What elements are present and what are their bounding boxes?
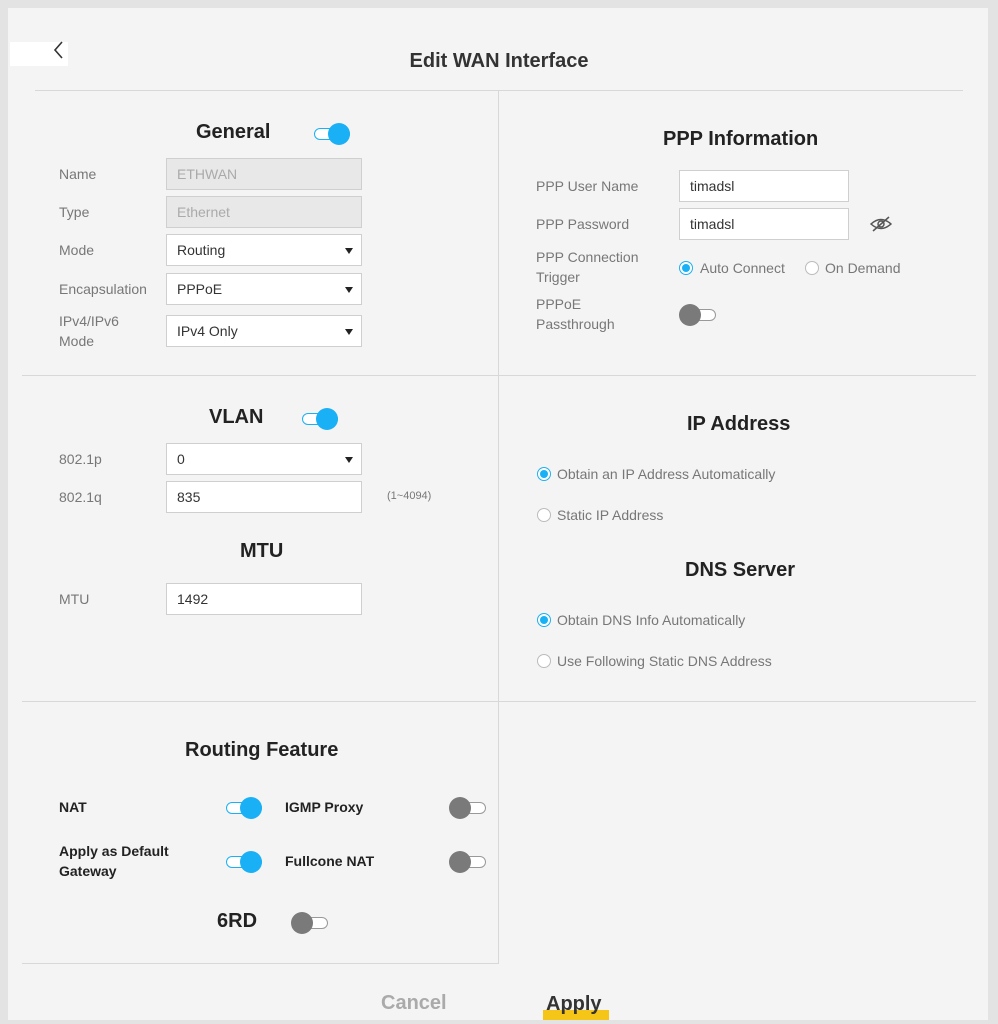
vlan-title: VLAN [209,406,264,428]
sixrd-label: 6RD [217,910,258,932]
ppp-trigger-label-2: Trigger [536,269,580,285]
encapsulation-select[interactable]: PPPoE [166,273,362,305]
routing-title: Routing Feature [185,739,339,761]
encapsulation-value: PPPoE [177,281,223,297]
dns-auto-radio[interactable] [537,613,551,627]
ppp-password-label: PPP Password [536,216,630,232]
q8021q-value: 835 [177,489,201,505]
sixrd-toggle[interactable] [291,912,328,934]
ip-mode-label-2: Mode [59,333,95,349]
name-value: ETHWAN [177,166,238,182]
caret-down-icon [345,248,353,254]
mtu-title: MTU [240,540,284,562]
mode-select[interactable]: Routing [166,234,362,266]
on-demand-radio[interactable] [805,261,819,275]
caret-down-icon [345,287,353,293]
caret-down-icon [345,457,353,463]
general-toggle[interactable] [314,123,350,145]
general-title: General [196,121,271,143]
p8021p-value: 0 [177,451,185,467]
caret-down-icon [345,329,353,335]
type-field: Ethernet [166,196,362,228]
type-value: Ethernet [177,204,230,220]
cancel-button[interactable]: Cancel [381,992,447,1015]
nat-toggle[interactable] [226,797,262,819]
ppp-title: PPP Information [663,128,819,150]
ppp-password-value: timadsl [690,216,735,232]
encapsulation-label: Encapsulation [59,281,147,297]
ip-auto-label: Obtain an IP Address Automatically [557,466,776,482]
vlan-toggle[interactable] [302,408,338,430]
igmp-label: IGMP Proxy [285,799,364,815]
default-gw-label-1: Apply as Default [59,843,169,859]
default-gw-label-2: Gateway [59,863,117,879]
ip-auto-radio[interactable] [537,467,551,481]
dns-static-label: Use Following Static DNS Address [557,653,772,669]
apply-button[interactable]: Apply [546,993,602,1016]
type-label: Type [59,204,90,220]
mtu-value: 1492 [177,591,209,607]
ppp-trigger-label-1: PPP Connection [536,249,639,265]
ip-static-label: Static IP Address [557,507,664,523]
passthrough-toggle[interactable] [679,304,716,326]
igmp-toggle[interactable] [449,797,486,819]
ip-static-radio[interactable] [537,508,551,522]
ip-mode-select[interactable]: IPv4 Only [166,315,362,347]
header-divider [35,90,963,91]
ppp-password-input[interactable]: timadsl [679,208,849,240]
ip-mode-value: IPv4 Only [177,323,238,339]
mtu-input[interactable]: 1492 [166,583,362,615]
default-gw-toggle[interactable] [226,851,262,873]
on-demand-label: On Demand [825,260,901,276]
name-field: ETHWAN [166,158,362,190]
q8021q-hint: (1~4094) [387,490,432,502]
mode-value: Routing [177,242,226,258]
ppp-user-input[interactable]: timadsl [679,170,849,202]
dns-auto-label: Obtain DNS Info Automatically [557,612,746,628]
mode-label: Mode [59,242,95,258]
p8021p-select[interactable]: 0 [166,443,362,475]
row-divider-3 [22,963,499,964]
q8021q-label: 802.1q [59,489,102,505]
row-divider-2 [22,701,976,702]
q8021q-input[interactable]: 835 [166,481,362,513]
name-label: Name [59,166,97,182]
dns-title: DNS Server [685,559,796,581]
auto-connect-label: Auto Connect [700,260,785,276]
fullcone-label: Fullcone NAT [285,853,375,869]
passthrough-label-2: Passthrough [536,316,615,332]
eye-slash-icon[interactable] [869,215,893,233]
passthrough-label-1: PPPoE [536,296,582,312]
ppp-user-value: timadsl [690,178,735,194]
ip-address-title: IP Address [687,413,791,435]
mtu-label: MTU [59,591,90,607]
dns-static-radio[interactable] [537,654,551,668]
fullcone-toggle[interactable] [449,851,486,873]
column-divider [498,90,499,964]
ppp-user-label: PPP User Name [536,178,639,194]
nat-label: NAT [59,799,87,815]
auto-connect-radio[interactable] [679,261,693,275]
p8021p-label: 802.1p [59,451,102,467]
page-title: Edit WAN Interface [409,50,589,72]
row-divider-1 [22,375,976,376]
ip-mode-label-1: IPv4/IPv6 [59,313,119,329]
